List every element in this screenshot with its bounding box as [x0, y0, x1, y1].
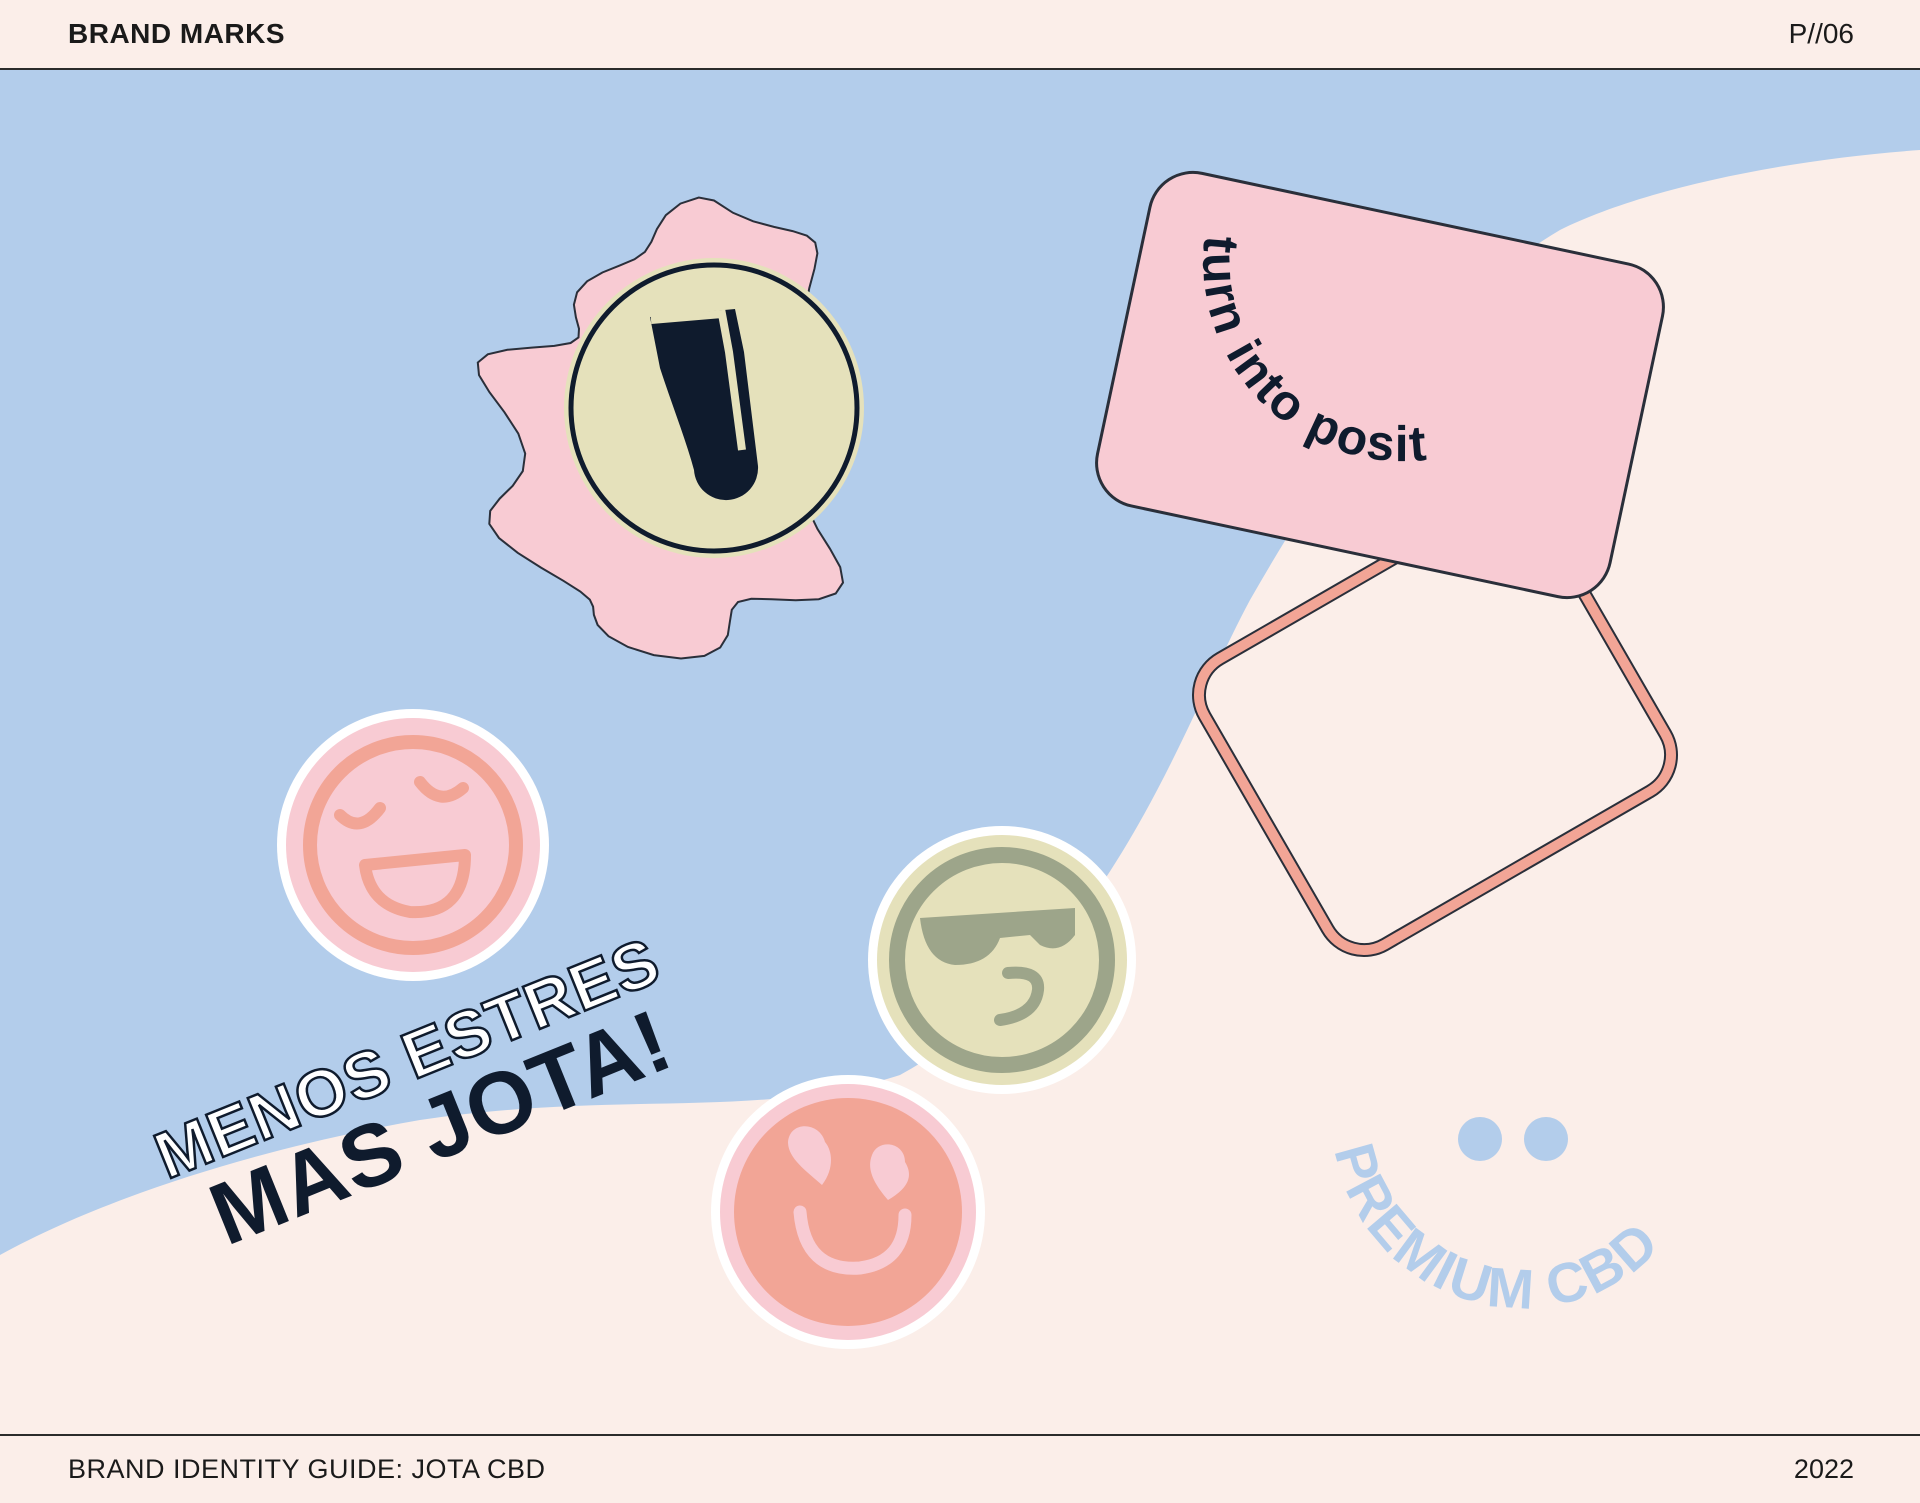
footer-year: 2022 — [1793, 1454, 1854, 1484]
sticker-artwork: turn into positive — [0, 0, 1920, 1349]
page-footer: BRAND IDENTITY GUIDE: JOTA CBD 2022 — [0, 1434, 1920, 1503]
section-title: BRAND MARKS — [68, 18, 286, 49]
happy-face-sticker — [277, 709, 549, 981]
guide-title: BRAND IDENTITY GUIDE: JOTA CBD — [68, 1454, 546, 1484]
heart-eyes-sticker — [711, 1075, 985, 1349]
page-header: BRAND MARKS P//06 — [0, 0, 1920, 70]
premium-smile-mark: PREMIUM CBD — [1322, 1117, 1671, 1321]
brand-marks-page: turn into positive — [0, 0, 1920, 1503]
cool-face-sticker — [868, 826, 1136, 1094]
page-number: P//06 — [1788, 18, 1854, 49]
premium-arc-text: PREMIUM CBD — [1322, 1136, 1671, 1321]
